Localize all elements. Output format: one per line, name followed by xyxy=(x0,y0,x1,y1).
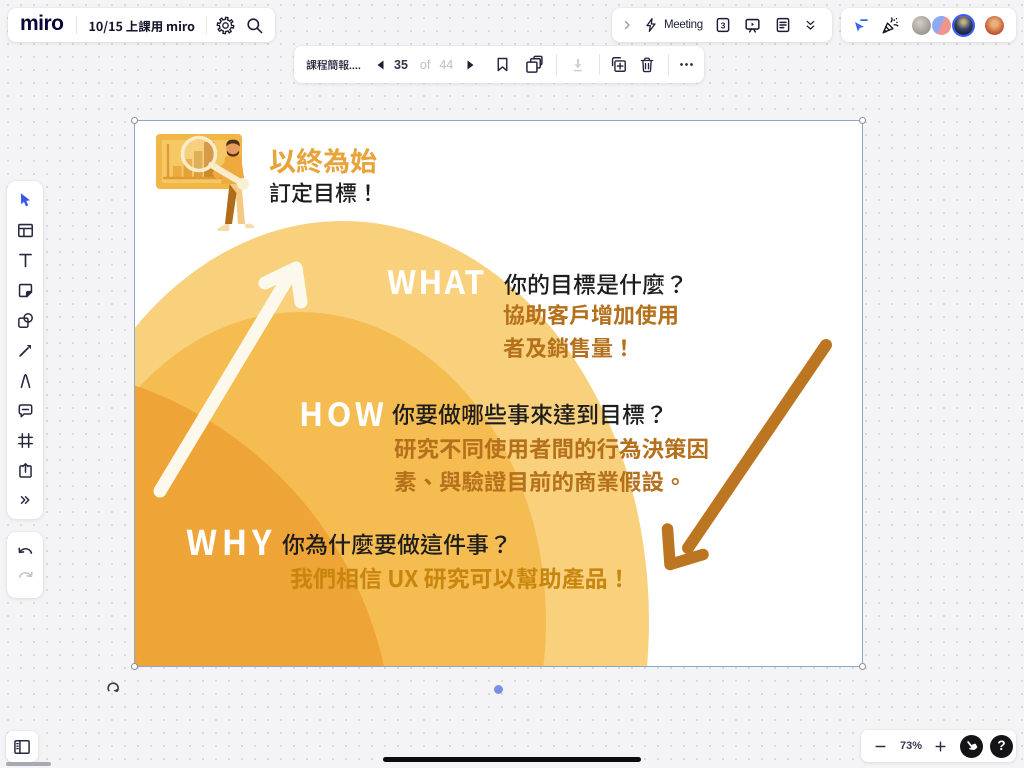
pages-stack-icon[interactable] xyxy=(524,55,544,75)
bookmark-icon[interactable] xyxy=(494,56,511,73)
templates-tool-icon[interactable] xyxy=(13,218,37,242)
collaboration-toolbar xyxy=(841,8,1016,42)
frame-handle-tr[interactable] xyxy=(859,117,866,124)
why-answer[interactable]: 我們相信 UX 研究可以幫助產品！ xyxy=(290,566,631,589)
trash-icon[interactable] xyxy=(638,56,656,74)
how-answer-2[interactable]: 素、與驗證目前的商業假設。 xyxy=(394,470,687,493)
zoom-in-icon[interactable] xyxy=(934,740,947,753)
zoom-level[interactable]: 73% xyxy=(900,740,922,752)
why-label[interactable]: WHY xyxy=(186,524,276,558)
meeting-label[interactable]: Meeting xyxy=(664,19,703,31)
prev-page-icon[interactable] xyxy=(376,60,385,70)
frame-handle-tl[interactable] xyxy=(131,117,138,124)
svg-text:3: 3 xyxy=(721,21,726,30)
zoom-toolbar: 73% ? xyxy=(861,730,1016,762)
what-answer-2[interactable]: 者及銷售量！ xyxy=(503,336,635,358)
avatar-grey[interactable] xyxy=(912,16,931,35)
current-page: 35 xyxy=(394,58,408,72)
rotate-handle-icon[interactable] xyxy=(106,681,121,696)
slide-title-black[interactable]: 訂定目標！ xyxy=(269,181,379,203)
pen-tool-icon[interactable] xyxy=(13,368,37,392)
avatar-orange[interactable] xyxy=(985,16,1004,35)
select-tool-icon[interactable] xyxy=(13,188,37,212)
more-tools-icon[interactable] xyxy=(13,488,37,512)
what-answer-1[interactable]: 協助客戶增加使用 xyxy=(503,303,679,325)
notes-icon[interactable] xyxy=(774,16,792,34)
how-label[interactable]: HOW xyxy=(299,397,387,429)
frame-tool-icon[interactable] xyxy=(13,428,37,452)
avatar-dark-ringed[interactable] xyxy=(954,16,973,35)
arrow-tool-icon[interactable] xyxy=(13,338,37,362)
help-question-mark: ? xyxy=(997,738,1005,753)
collapse-chevron-icon[interactable] xyxy=(621,19,633,31)
divider xyxy=(668,54,669,75)
double-chevron-down-icon[interactable] xyxy=(804,19,817,32)
header-board-bar: miro 10/15 上課用 miro xyxy=(8,8,275,42)
horizontal-scroll-indicator[interactable] xyxy=(6,762,51,766)
tools-palette xyxy=(7,181,43,519)
zoom-out-icon[interactable] xyxy=(874,740,887,753)
cursors-toggle-icon[interactable] xyxy=(852,16,870,34)
frame-handle-br[interactable] xyxy=(859,663,866,670)
what-question[interactable]: 你的目標是什麼？ xyxy=(504,272,688,295)
settings-gear-icon[interactable] xyxy=(216,16,235,35)
miro-logo[interactable]: miro xyxy=(20,12,64,36)
meeting-toolbar: Meeting 3 xyxy=(612,8,832,42)
what-label[interactable]: WHAT xyxy=(387,265,486,297)
undo-redo-palette xyxy=(7,532,43,598)
more-options-icon[interactable] xyxy=(678,56,695,73)
frame-nav-toolbar: 課程簡報.... 35 of 44 xyxy=(294,46,704,83)
divider xyxy=(206,16,207,34)
comment-tool-icon[interactable] xyxy=(13,398,37,422)
selected-frame[interactable]: 以終為始 訂定目標！ WHAT 你的目標是什麼？ 協助客戶增加使用 者及銷售量！… xyxy=(135,121,862,666)
redo-icon xyxy=(13,565,37,589)
why-question[interactable]: 你為什麼要做這件事？ xyxy=(282,532,512,555)
frame-name[interactable]: 課程簡報.... xyxy=(306,57,362,73)
board-title[interactable]: 10/15 上課用 miro xyxy=(89,16,195,35)
lightning-icon[interactable] xyxy=(643,17,659,33)
next-page-icon[interactable] xyxy=(466,60,475,70)
slide-title-orange[interactable]: 以終為始 xyxy=(269,146,377,173)
illustration-analyst xyxy=(156,134,254,231)
search-icon[interactable] xyxy=(245,16,264,35)
sticky-note-tool-icon[interactable] xyxy=(13,278,37,302)
slide-content: 以終為始 訂定目標！ WHAT 你的目標是什麼？ 協助客戶增加使用 者及銷售量！… xyxy=(135,121,862,666)
frames-panel-button[interactable] xyxy=(6,731,38,762)
divider xyxy=(76,16,77,34)
divider xyxy=(599,54,600,75)
avatar-blue-pink[interactable] xyxy=(932,16,951,35)
of-label: of xyxy=(420,58,430,72)
divider xyxy=(556,54,557,75)
presence-dot xyxy=(494,685,503,694)
help-button[interactable]: ? xyxy=(990,735,1013,758)
download-icon xyxy=(569,56,587,74)
touch-mode-button[interactable] xyxy=(960,735,983,758)
how-question[interactable]: 你要做哪些事來達到目標？ xyxy=(392,402,668,425)
timer-icon[interactable]: 3 xyxy=(714,16,732,34)
text-tool-icon[interactable] xyxy=(13,248,37,272)
frame-handle-bl[interactable] xyxy=(131,663,138,670)
how-answer-1[interactable]: 研究不同使用者間的行為決策因 xyxy=(394,437,709,460)
upload-tool-icon[interactable] xyxy=(13,458,37,482)
presentation-icon[interactable] xyxy=(743,16,762,35)
home-indicator xyxy=(383,757,641,762)
total-pages: 44 xyxy=(439,58,453,72)
shapes-tool-icon[interactable] xyxy=(13,308,37,332)
undo-icon[interactable] xyxy=(13,541,37,565)
party-popper-icon[interactable] xyxy=(881,16,900,35)
duplicate-icon[interactable] xyxy=(609,55,628,74)
